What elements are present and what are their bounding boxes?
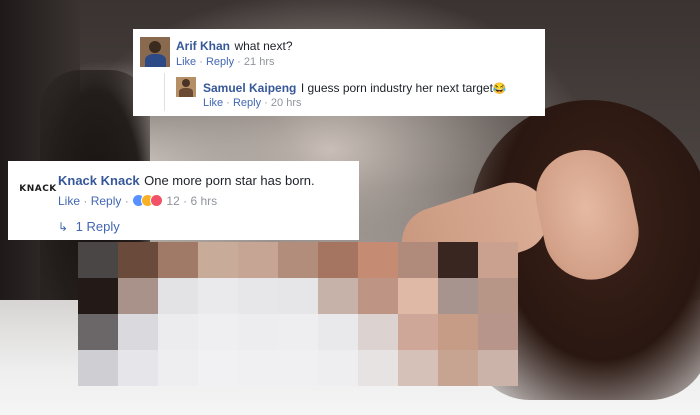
comment-text: I guess porn industry her next target	[300, 81, 493, 95]
commenter-name[interactable]: Arif Khan	[176, 39, 230, 53]
timestamp[interactable]: 21 hrs	[244, 56, 275, 68]
timestamp[interactable]: 20 hrs	[271, 97, 302, 109]
like-link[interactable]: Like	[58, 194, 80, 208]
replies-count-link[interactable]: 1 Reply	[76, 219, 120, 234]
comment-samuel: Samuel Kaipeng I guess porn industry her…	[203, 79, 507, 97]
avatar-body	[179, 88, 193, 97]
reply-link[interactable]: Reply	[206, 56, 234, 68]
knack-logo-text: KNACK	[19, 184, 57, 194]
separator: ·	[199, 56, 206, 68]
view-replies-link[interactable]: ↳ 1 Reply	[58, 219, 120, 234]
reaction-count: 12	[166, 194, 180, 208]
reply-thread-line	[164, 73, 165, 111]
separator: ·	[237, 56, 244, 68]
like-link[interactable]: Like	[203, 97, 223, 109]
reply-arrow-icon: ↳	[58, 220, 69, 234]
pixelated-censor-mosaic	[78, 242, 518, 386]
avatar-arif-khan[interactable]	[140, 37, 170, 67]
separator: ·	[83, 194, 91, 208]
commenter-name[interactable]: Samuel Kaipeng	[203, 81, 296, 95]
avatar-head	[182, 79, 190, 88]
avatar-body	[144, 53, 166, 67]
avatar-head	[149, 40, 161, 53]
like-link[interactable]: Like	[176, 56, 196, 68]
comment-text: One more porn star has born.	[144, 173, 315, 188]
reply-link[interactable]: Reply	[233, 97, 261, 109]
comment-meta-knack: Like · Reply · 12 · 6 hrs	[58, 194, 217, 208]
separator: ·	[264, 97, 271, 109]
comment-meta-arif: Like · Reply · 21 hrs	[176, 56, 274, 68]
comment-text: what next?	[234, 39, 293, 53]
comment-card-knack: KNACK Knack Knack One more porn star has…	[8, 161, 359, 240]
reactions-summary[interactable]: 12	[132, 194, 183, 208]
love-icon	[150, 194, 164, 207]
laughing-emoji-icon: 😂	[492, 83, 507, 95]
comment-meta-samuel: Like · Reply · 20 hrs	[203, 97, 301, 109]
reply-link[interactable]: Reply	[91, 194, 122, 208]
comment-knack: Knack Knack One more porn star has born.	[58, 172, 315, 190]
commenter-name[interactable]: Knack Knack	[58, 173, 140, 188]
separator: ·	[124, 194, 133, 208]
avatar-knack-logo[interactable]: KNACK	[18, 169, 58, 209]
comment-thread-card-top: Arif Khan what next? Like · Reply · 21 h…	[133, 29, 545, 116]
timestamp[interactable]: 6 hrs	[190, 194, 217, 208]
comment-arif: Arif Khan what next?	[176, 37, 293, 55]
separator: ·	[226, 97, 233, 109]
avatar-samuel-kaipeng[interactable]	[176, 77, 196, 97]
